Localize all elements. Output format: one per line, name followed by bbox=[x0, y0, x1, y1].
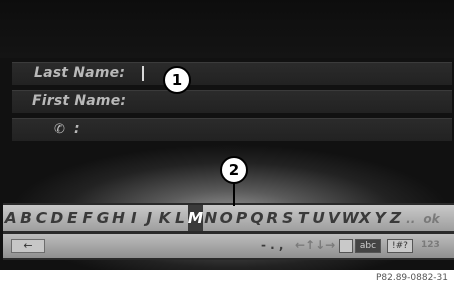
space-key[interactable] bbox=[339, 239, 353, 253]
letter-key-b[interactable]: B bbox=[18, 205, 33, 231]
letter-key-k[interactable]: K bbox=[157, 205, 172, 231]
letter-key-x[interactable]: X bbox=[357, 205, 372, 231]
top-band bbox=[0, 0, 454, 58]
last-name-label: Last Name: bbox=[34, 65, 126, 81]
last-name-row[interactable]: Last Name: bbox=[12, 62, 452, 85]
letter-extra[interactable]: ok bbox=[420, 206, 439, 231]
letter-key-z[interactable]: Z bbox=[388, 205, 403, 231]
phone-label: : bbox=[74, 121, 80, 137]
text-cursor bbox=[142, 66, 144, 81]
first-name-label: First Name: bbox=[32, 93, 127, 109]
letter-key-a[interactable]: A bbox=[3, 205, 18, 231]
letter-key-n[interactable]: N bbox=[203, 205, 218, 231]
digits-key[interactable]: 123 bbox=[421, 240, 440, 250]
letter-key-i[interactable]: I bbox=[126, 205, 141, 231]
phone-icon: ✆ bbox=[54, 122, 66, 137]
case-key[interactable]: abc bbox=[355, 239, 381, 253]
letter-key-v[interactable]: V bbox=[326, 205, 341, 231]
display-screen: Last Name: First Name: ✆ : ABCDEFGHIJKLM… bbox=[0, 0, 454, 270]
letter-key-d[interactable]: D bbox=[49, 205, 64, 231]
callout-1: 1 bbox=[163, 66, 191, 94]
letter-key-s[interactable]: S bbox=[280, 205, 295, 231]
letter-key-r[interactable]: R bbox=[265, 205, 280, 231]
letter-key-t[interactable]: T bbox=[295, 205, 310, 231]
symbols-key[interactable]: !#? bbox=[387, 239, 413, 253]
letter-key-o[interactable]: O bbox=[218, 205, 233, 231]
letter-key-y[interactable]: Y bbox=[372, 205, 387, 231]
letter-key-c[interactable]: C bbox=[34, 205, 49, 231]
letter-key-m[interactable]: M bbox=[187, 205, 203, 231]
back-button[interactable]: ← bbox=[11, 239, 45, 253]
cursor-arrow-keys[interactable]: ←↑↓→ bbox=[295, 238, 335, 252]
phone-row[interactable]: ✆ : bbox=[12, 118, 452, 141]
back-arrow-icon: ← bbox=[23, 239, 33, 252]
letter-more[interactable]: .. bbox=[403, 206, 415, 231]
letter-key-e[interactable]: E bbox=[65, 205, 80, 231]
letter-row: A B C D E F G H I J K L MN O P Q R S T U V WX Y Z.. ok bbox=[3, 205, 454, 231]
callout-2: 2 bbox=[220, 156, 248, 184]
character-bar: A B C D E F G H I J K L MN O P Q R S T U V WX Y Z.. ok ← - . , … bbox=[3, 203, 454, 260]
letter-key-q[interactable]: Q bbox=[249, 205, 264, 231]
letter-key-j[interactable]: J bbox=[142, 205, 157, 231]
letter-key-h[interactable]: H bbox=[111, 205, 126, 231]
letter-key-w[interactable]: W bbox=[342, 205, 359, 231]
punctuation-keys[interactable]: - . , bbox=[261, 238, 283, 252]
letter-key-g[interactable]: G bbox=[95, 205, 110, 231]
letter-key-u[interactable]: U bbox=[311, 205, 326, 231]
letter-key-f[interactable]: F bbox=[80, 205, 95, 231]
control-row: ← - . , ←↑↓→ abc !#? 123 bbox=[3, 234, 454, 258]
letter-key-p[interactable]: P bbox=[234, 205, 249, 231]
letter-key-l[interactable]: L bbox=[172, 205, 187, 231]
figure-caption: P82.89-0882-31 bbox=[375, 273, 448, 283]
callout-2-line bbox=[233, 182, 235, 206]
first-name-row[interactable]: First Name: bbox=[12, 90, 452, 113]
